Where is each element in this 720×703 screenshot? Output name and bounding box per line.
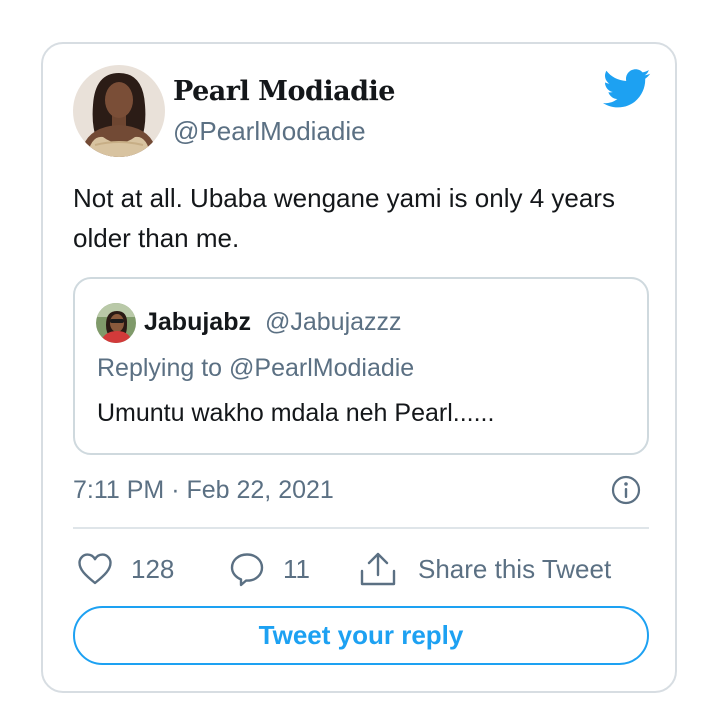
quoted-tweet-text: Umuntu wakho mdala neh Pearl......: [97, 399, 495, 427]
tweet-timestamp[interactable]: 7:11 PM · Feb 22, 2021: [73, 476, 334, 505]
quoted-replying-to: Replying to @PearlModiadie: [97, 354, 415, 382]
tweet-your-reply-button[interactable]: Tweet your reply: [73, 606, 649, 665]
tweet-card: Pearl Modiadie @PearlModiadie Not at all…: [41, 42, 677, 693]
quoted-tweet[interactable]: Jabujabz @Jabujazzz Replying to @PearlMo…: [73, 277, 649, 455]
twitter-bird-icon[interactable]: [603, 69, 651, 109]
tweet-text: Not at all. Ubaba wengane yami is only 4…: [73, 183, 615, 253]
quoted-author-display-name[interactable]: Jabujabz: [144, 308, 251, 337]
share-label: Share this Tweet: [418, 553, 612, 584]
quoted-author-handle[interactable]: @Jabujazzz: [265, 308, 402, 337]
like-count: 128: [131, 553, 175, 584]
share-button[interactable]: Share this Tweet: [358, 549, 611, 589]
info-icon[interactable]: [610, 474, 642, 506]
share-upload-icon: [358, 551, 398, 587]
reply-button[interactable]: 11: [229, 549, 310, 589]
author-avatar-image: [73, 65, 165, 157]
author-handle[interactable]: @PearlModiadie: [173, 116, 366, 147]
quoted-author-avatar[interactable]: [96, 303, 136, 343]
speech-bubble-icon: [229, 551, 265, 587]
reply-count: 11: [283, 553, 310, 584]
author-avatar[interactable]: [73, 65, 165, 157]
quoted-avatar-image: [96, 303, 136, 343]
author-display-name[interactable]: Pearl Modiadie: [173, 76, 395, 107]
like-button[interactable]: 128: [77, 549, 174, 589]
heart-icon: [77, 552, 113, 586]
divider: [73, 527, 649, 529]
